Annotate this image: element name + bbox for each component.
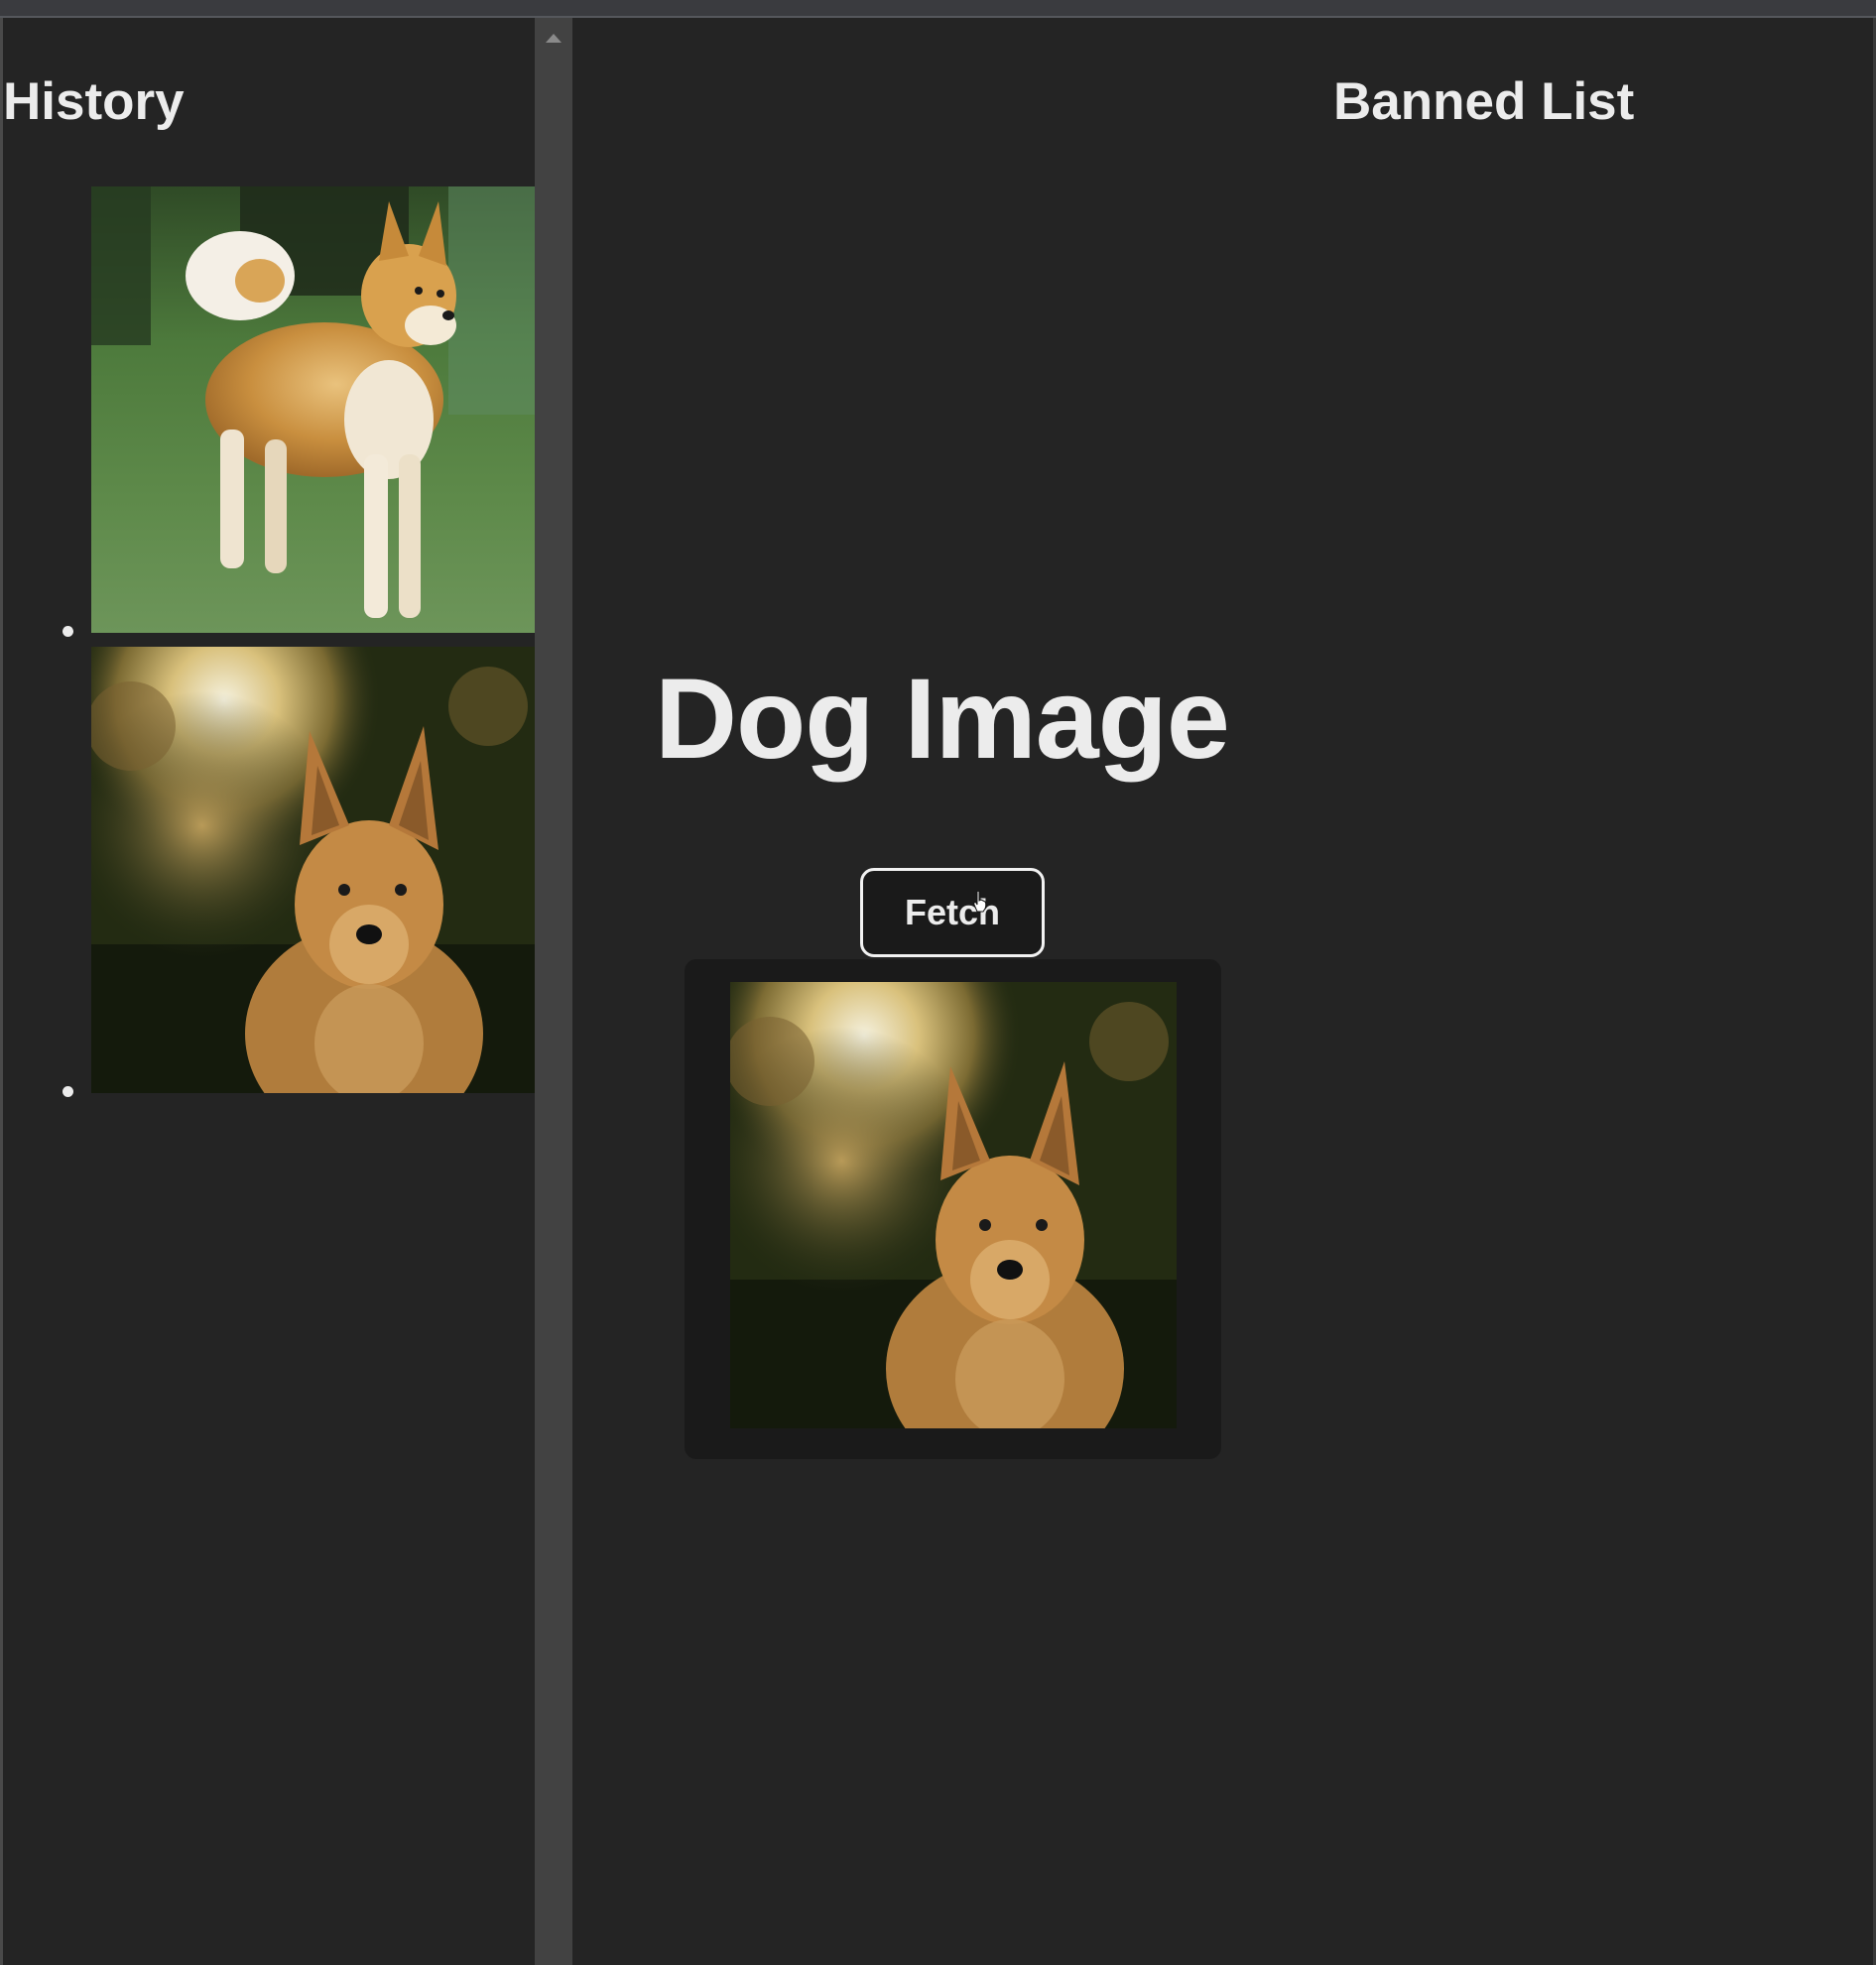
bullet-icon (63, 626, 73, 637)
history-thumbnail[interactable] (91, 186, 535, 633)
history-title: History (3, 72, 185, 131)
dog-image (730, 982, 1177, 1428)
history-panel: History (3, 18, 535, 1965)
scroll-up-arrow-icon[interactable] (546, 34, 562, 43)
window-top-bar (0, 0, 1876, 18)
app-window: History Banned List Dog Image Fetch (0, 0, 1876, 1965)
main-area: Banned List Dog Image Fetch (572, 18, 1873, 1965)
history-list (3, 186, 535, 1107)
list-item (3, 186, 535, 647)
fetch-button[interactable]: Fetch (860, 868, 1045, 957)
banned-list-title: Banned List (1333, 72, 1635, 131)
bullet-icon (63, 1086, 73, 1097)
history-thumbnail[interactable] (91, 647, 535, 1093)
dog-image-card (685, 959, 1221, 1459)
scrollbar[interactable] (535, 18, 572, 1965)
page-title: Dog Image (655, 656, 1230, 783)
list-item (3, 647, 535, 1107)
